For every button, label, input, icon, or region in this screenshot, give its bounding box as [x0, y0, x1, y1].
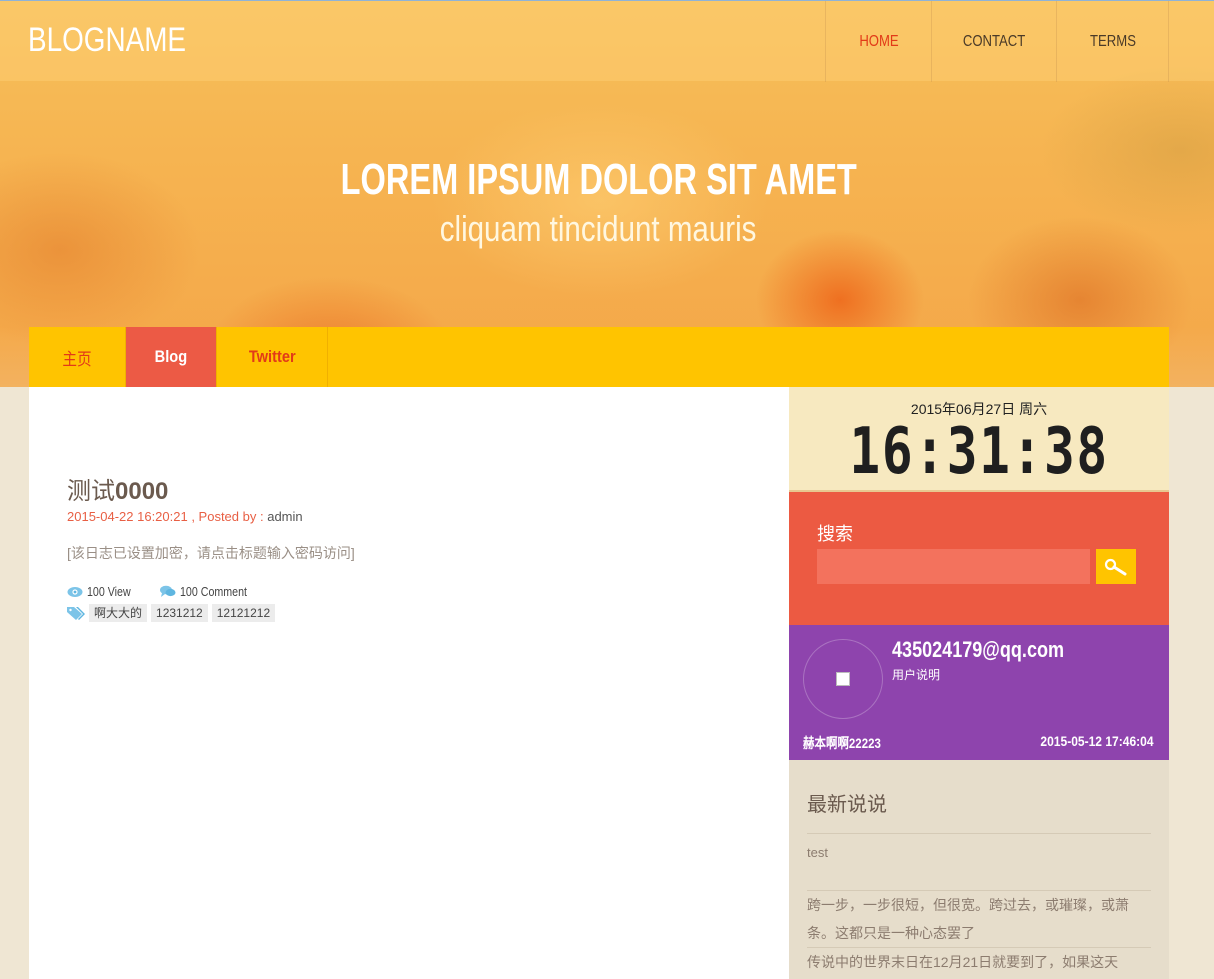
clock-time: 16:31:38	[849, 415, 1109, 489]
main-content: 测试0000 2015-04-22 16:20:21 , Posted by :…	[29, 387, 789, 979]
tag-item[interactable]: 啊大大的	[89, 604, 148, 622]
nav-contact-label: CONTACT	[962, 32, 1026, 50]
comments-icon	[160, 585, 176, 597]
right-gutter	[1169, 387, 1214, 979]
post-views-label: 100 View	[87, 584, 131, 599]
top-bar: BLOGNAME HOME CONTACT TERMS	[0, 0, 1214, 82]
nav-home-label: HOME	[858, 32, 899, 50]
latest-posts-widget: 最新说说 test 跨一步，一步很短，但很宽。跨过去，或璀璨，或萧条。这都只是一…	[789, 760, 1169, 979]
list-item[interactable]: 传说中的世界末日在12月21日就要到了，如果这天	[807, 947, 1151, 976]
main-nav-blog-label: Blog	[154, 347, 188, 366]
main-nav-blog[interactable]: Blog	[126, 327, 217, 387]
latest-title: 最新说说	[807, 794, 887, 816]
main-nav-home[interactable]: 主页	[29, 327, 126, 387]
search-input[interactable]	[817, 549, 1090, 584]
nav-terms-link[interactable]: TERMS	[1056, 1, 1168, 82]
post-author[interactable]: admin	[267, 509, 302, 524]
avatar[interactable]	[803, 639, 883, 719]
user-email: 435024179@qq.com	[892, 637, 1065, 662]
post-views: 100 View	[67, 584, 140, 599]
post-date: 2015-04-22 16:20:21 , Posted by :	[67, 509, 264, 524]
search-icon	[1104, 558, 1127, 575]
tag-item[interactable]: 1231212	[151, 604, 208, 622]
main-nav-home-label: 主页	[62, 349, 92, 369]
tag-item[interactable]: 12121212	[211, 604, 276, 622]
nav-contact-link[interactable]: CONTACT	[931, 1, 1056, 82]
post-title-link[interactable]: 测试0000	[67, 471, 168, 506]
list-item[interactable]: test	[807, 833, 1151, 867]
user-name: 赫本啊啊22223	[803, 735, 881, 751]
eye-icon	[67, 586, 83, 597]
blog-name-logo[interactable]: BLOGNAME	[28, 21, 186, 60]
search-button[interactable]	[1096, 549, 1136, 584]
post-excerpt: [该日志已设置加密，请点击标题输入密码访问]	[67, 545, 355, 561]
top-nav: HOME CONTACT TERMS	[825, 1, 1169, 82]
clock-widget: 2015年06月27日 周六 16:31:38	[789, 387, 1169, 492]
main-nav-twitter[interactable]: Twitter	[217, 327, 328, 387]
hero-subtitle: cliquam tincidunt mauris	[440, 208, 757, 249]
main-nav: 主页 Blog Twitter	[29, 327, 1169, 387]
post-stats: 100 View 100 Comment	[67, 584, 262, 599]
user-card: 435024179@qq.com 用户说明 赫本啊啊22223 2015-05-…	[789, 625, 1169, 760]
left-gutter	[0, 387, 29, 979]
nav-terms-label: TERMS	[1089, 32, 1136, 50]
search-widget: 搜索	[789, 492, 1169, 625]
post-title-cn: 测试	[67, 478, 115, 505]
post-tags: 啊大大的 1231212 12121212	[67, 604, 276, 622]
list-item[interactable]: 跨一步，一步很短，但很宽。跨过去，或璀璨，或萧条。这都只是一种心态罢了	[807, 890, 1151, 947]
post-comments[interactable]: 100 Comment	[160, 584, 262, 599]
user-date: 2015-05-12 17:46:04	[1040, 733, 1154, 749]
tags-icon	[67, 607, 85, 620]
hero-title: LOREM IPSUM DOLOR SIT AMET	[340, 155, 857, 204]
main-nav-twitter-label: Twitter	[248, 347, 296, 366]
post-meta: 2015-04-22 16:20:21 , Posted by : admin	[67, 509, 303, 524]
broken-image-icon	[836, 672, 850, 686]
nav-home-link[interactable]: HOME	[825, 1, 931, 82]
search-title: 搜索	[817, 524, 853, 544]
post-title-num: 0000	[115, 478, 169, 505]
post-comments-label: 100 Comment	[180, 584, 248, 599]
user-description: 用户说明	[892, 668, 941, 682]
